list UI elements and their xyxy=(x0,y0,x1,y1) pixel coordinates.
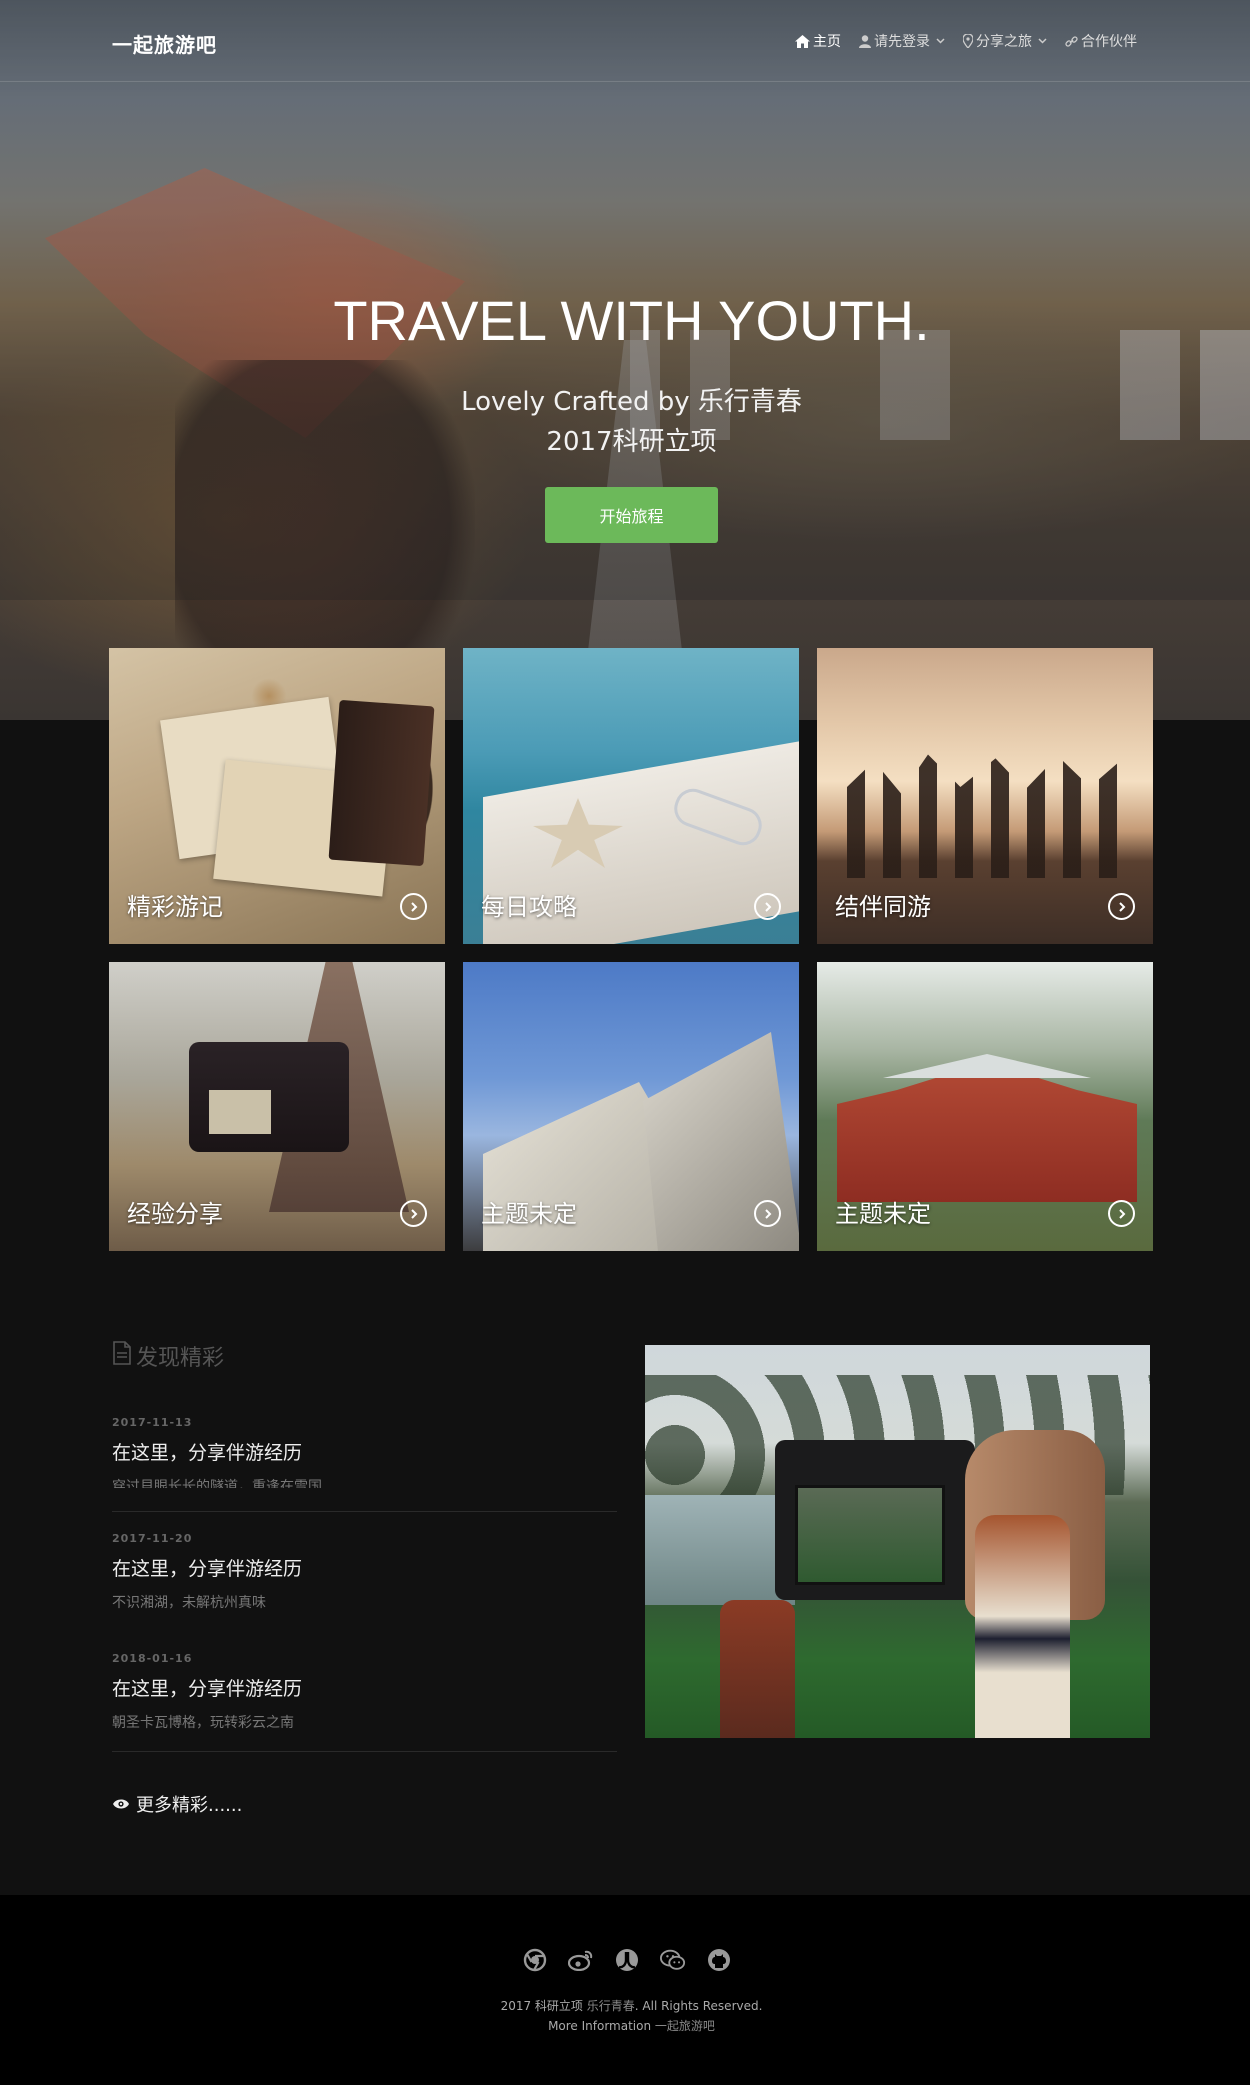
nav-item-label: 分享之旅 xyxy=(976,34,1032,50)
weibo-icon[interactable] xyxy=(568,1947,594,1973)
tile-travel-notes[interactable]: 精彩游记 xyxy=(109,648,445,944)
copyright-prefix: 2017 科研立项 xyxy=(500,1999,587,2013)
nav-item-login[interactable]: 请先登录 xyxy=(859,31,945,51)
tile-label: 主题未定 xyxy=(481,1200,577,1228)
photo-strap xyxy=(720,1600,795,1738)
link-icon xyxy=(1065,35,1078,48)
chevron-right-circle-icon[interactable] xyxy=(1108,1200,1135,1227)
photo-camera-screen xyxy=(795,1485,945,1585)
tile-image-temple-roof xyxy=(883,1054,1091,1078)
post-divider xyxy=(112,1511,617,1512)
photo-water xyxy=(645,1495,795,1605)
tile-image-jumping-people xyxy=(847,754,1117,878)
post-title[interactable]: 在这里，分享伴游经历 xyxy=(112,1554,617,1581)
copyright-suffix: . All Rights Reserved. xyxy=(634,1999,763,2013)
post-divider xyxy=(112,1751,617,1752)
document-icon xyxy=(112,1341,132,1371)
user-icon xyxy=(859,34,871,48)
nav-item-partners[interactable]: 合作伙伴 xyxy=(1065,31,1137,51)
tile-image-camera-screen xyxy=(209,1090,271,1134)
nav-links: 主页 请先登录 分享之旅 合作伙伴 xyxy=(795,31,1137,51)
github-icon[interactable] xyxy=(706,1947,732,1973)
wechat-icon[interactable] xyxy=(660,1947,686,1973)
post-item[interactable]: 2018-01-16 在这里，分享伴游经历 朝圣卡瓦博格，玩转彩云之南 xyxy=(112,1652,617,1732)
more-info-highlight[interactable]: 一起旅游吧 xyxy=(655,2019,715,2033)
hero-subtitle-line1: Lovely Crafted by 乐行青春 xyxy=(461,387,802,417)
renren-icon[interactable] xyxy=(614,1947,640,1973)
chevron-right-circle-icon[interactable] xyxy=(400,893,427,920)
tile-label: 每日攻略 xyxy=(481,893,577,921)
start-journey-button[interactable]: 开始旅程 xyxy=(545,487,718,543)
tile-group-travel[interactable]: 结伴同游 xyxy=(817,648,1153,944)
chevron-right-circle-icon[interactable] xyxy=(400,1200,427,1227)
more-info-line: More Information 一起旅游吧 xyxy=(0,2017,1250,2034)
more-link[interactable]: 更多精彩...... xyxy=(112,1791,242,1817)
post-title[interactable]: 在这里，分享伴游经历 xyxy=(112,1438,617,1465)
post-title[interactable]: 在这里，分享伴游经历 xyxy=(112,1674,617,1701)
post-description: 不识湘湖，未解杭州真味 xyxy=(112,1595,266,1611)
more-link-label: 更多精彩...... xyxy=(136,1795,243,1816)
social-links xyxy=(522,1947,732,1973)
top-navbar: 一起旅游吧 主页 请先登录 分享之旅 合作伙伴 xyxy=(0,0,1250,82)
post-description: 穿过貝眼长长的隧道，重逢在雪国 xyxy=(112,1479,322,1488)
chevron-down-icon xyxy=(936,38,945,44)
nav-item-label: 主页 xyxy=(813,34,841,50)
nav-item-label: 请先登录 xyxy=(874,34,930,50)
chevron-right-circle-icon[interactable] xyxy=(754,1200,781,1227)
tile-label: 结伴同游 xyxy=(835,893,931,921)
post-item[interactable]: 2017-11-20 在这里，分享伴游经历 不识湘湖，未解杭州真味 xyxy=(112,1532,617,1612)
post-date: 2017-11-20 xyxy=(112,1532,193,1545)
tile-image-book xyxy=(328,699,435,867)
feature-tiles: 精彩游记 每日攻略 结伴同游 经验分享 主题未定 主题未定 xyxy=(109,648,1154,1253)
tile-experience-share[interactable]: 经验分享 xyxy=(109,962,445,1251)
photo-strap xyxy=(975,1515,1070,1738)
footer: 2017 科研立项 乐行青春. All Rights Reserved. Mor… xyxy=(0,1895,1250,2085)
tile-daily-guide[interactable]: 每日攻略 xyxy=(463,648,799,944)
home-icon xyxy=(795,34,810,48)
post-date: 2018-01-16 xyxy=(112,1652,193,1665)
hero-subtitle-line2: 2017科研立项 xyxy=(546,427,717,457)
nav-item-share[interactable]: 分享之旅 xyxy=(963,31,1047,51)
discover-heading: 发现精彩 xyxy=(112,1340,224,1372)
hero-subtitle: Lovely Crafted by 乐行青春 2017科研立项 xyxy=(0,382,1250,462)
featured-photo xyxy=(645,1345,1150,1738)
eye-icon xyxy=(112,1794,130,1815)
post-date: 2017-11-13 xyxy=(112,1416,193,1429)
map-pin-icon xyxy=(963,34,973,48)
nav-item-home[interactable]: 主页 xyxy=(795,31,841,51)
copyright-highlight[interactable]: 乐行青春 xyxy=(587,1999,635,2013)
tile-theme-tbd-2[interactable]: 主题未定 xyxy=(817,962,1153,1251)
tile-image-temple xyxy=(837,1062,1137,1202)
chrome-icon[interactable] xyxy=(522,1947,548,1973)
tile-label: 主题未定 xyxy=(835,1200,931,1228)
post-description: 朝圣卡瓦博格，玩转彩云之南 xyxy=(112,1715,294,1731)
copyright-line: 2017 科研立项 乐行青春. All Rights Reserved. xyxy=(0,1997,1250,2014)
discover-heading-label: 发现精彩 xyxy=(136,1346,225,1371)
hero-title: TRAVEL WITH YOUTH. xyxy=(333,289,930,352)
chevron-right-circle-icon[interactable] xyxy=(1108,893,1135,920)
chevron-right-circle-icon[interactable] xyxy=(754,893,781,920)
tile-theme-tbd-1[interactable]: 主题未定 xyxy=(463,962,799,1251)
tile-label: 精彩游记 xyxy=(127,893,223,921)
post-item[interactable]: 2017-11-13 在这里，分享伴游经历 穿过貝眼长长的隧道，重逢在雪国 xyxy=(112,1416,617,1488)
more-info-prefix: More Information xyxy=(548,2019,655,2033)
tile-label: 经验分享 xyxy=(127,1200,223,1228)
hero-banner: 一起旅游吧 主页 请先登录 分享之旅 合作伙伴 TRAVEL WITH YOUT… xyxy=(0,0,1250,720)
chevron-down-icon xyxy=(1038,38,1047,44)
nav-item-label: 合作伙伴 xyxy=(1081,34,1137,50)
brand-logo[interactable]: 一起旅游吧 xyxy=(112,29,217,58)
